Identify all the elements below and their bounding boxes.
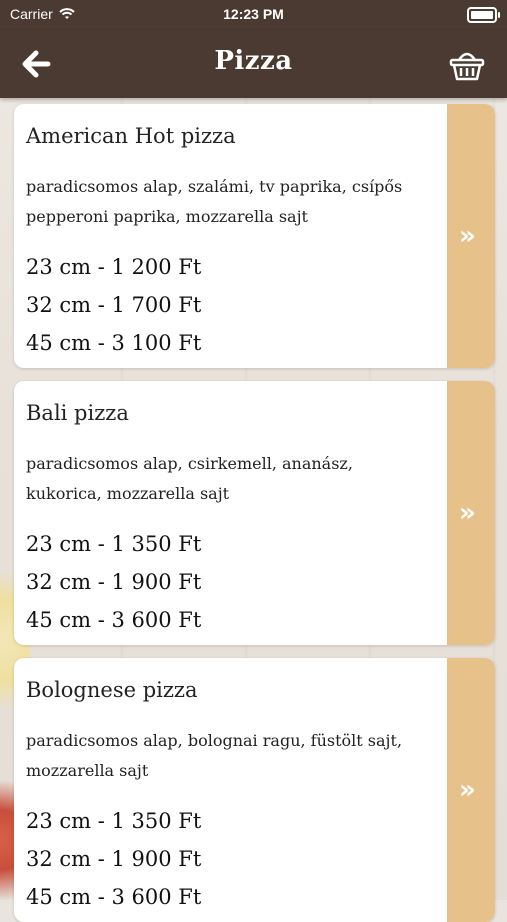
price-row: 45 cm - 3 600 Ft bbox=[26, 885, 202, 909]
cart-button[interactable] bbox=[449, 48, 485, 82]
battery-icon bbox=[467, 7, 500, 23]
price-row: 45 cm - 3 100 Ft bbox=[26, 331, 202, 355]
double-chevron-right-icon: » bbox=[459, 775, 476, 805]
pizza-card[interactable]: Bolognese pizza paradicsomos alap, bolog… bbox=[14, 658, 495, 922]
status-bar: Carrier 12:23 PM bbox=[0, 0, 507, 30]
price-list: 23 cm - 1 350 Ft 32 cm - 1 900 Ft 45 cm … bbox=[26, 525, 201, 639]
pizza-description: paradicsomos alap, szalámi, tv paprika, … bbox=[26, 177, 403, 226]
pizza-card[interactable]: Bali pizza paradicsomos alap, csirkemell… bbox=[14, 381, 495, 645]
price-row: 23 cm - 1 350 Ft bbox=[26, 809, 202, 833]
navigation-bar: Pizza bbox=[0, 30, 507, 98]
pizza-card[interactable]: American Hot pizza paradicsomos alap, sz… bbox=[14, 104, 495, 368]
double-chevron-right-icon: » bbox=[459, 498, 476, 528]
status-time: 12:23 PM bbox=[223, 6, 284, 22]
basket-icon bbox=[449, 52, 485, 81]
pizza-name: American Hot pizza bbox=[26, 124, 236, 148]
pizza-description: paradicsomos alap, bolognai ragu, füstöl… bbox=[26, 731, 403, 780]
price-row: 32 cm - 1 900 Ft bbox=[26, 570, 202, 594]
page-title: Pizza bbox=[214, 46, 293, 76]
pizza-name: Bolognese pizza bbox=[26, 678, 198, 702]
price-row: 32 cm - 1 700 Ft bbox=[26, 293, 202, 317]
details-button[interactable]: » bbox=[447, 381, 495, 645]
price-row: 32 cm - 1 900 Ft bbox=[26, 847, 202, 871]
details-button[interactable]: » bbox=[447, 104, 495, 368]
price-list: 23 cm - 1 350 Ft 32 cm - 1 900 Ft 45 cm … bbox=[26, 802, 201, 916]
pizza-name: Bali pizza bbox=[26, 401, 129, 425]
price-list: 23 cm - 1 200 Ft 32 cm - 1 700 Ft 45 cm … bbox=[26, 248, 201, 362]
details-button[interactable]: » bbox=[447, 658, 495, 922]
price-row: 23 cm - 1 350 Ft bbox=[26, 532, 202, 556]
pizza-description: paradicsomos alap, csirkemell, ananász, … bbox=[26, 454, 353, 503]
double-chevron-right-icon: » bbox=[459, 221, 476, 251]
price-row: 23 cm - 1 200 Ft bbox=[26, 255, 202, 279]
price-row: 45 cm - 3 600 Ft bbox=[26, 608, 202, 632]
